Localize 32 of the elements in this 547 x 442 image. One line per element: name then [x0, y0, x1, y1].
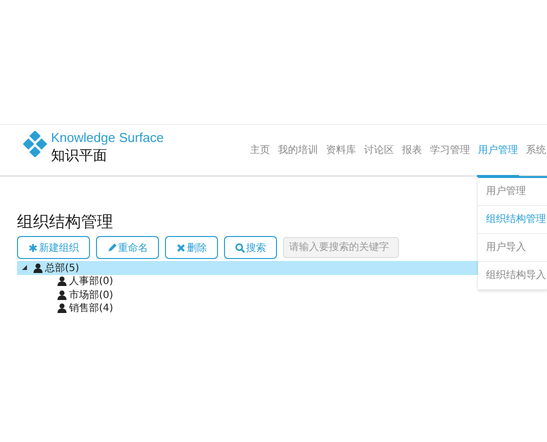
person-icon [57, 303, 67, 314]
edit-button[interactable]: 重命名 [96, 236, 159, 259]
logo-title: Knowledge Surface [51, 130, 164, 146]
logo-subtitle: 知识平面 [51, 147, 108, 166]
nav-tab[interactable]: 报表 [401, 143, 423, 177]
person-icon [57, 276, 67, 286]
nav-tab[interactable]: 学习管理 [429, 143, 471, 177]
pencil-icon [107, 242, 117, 252]
nav-tab[interactable]: 讨论区 [363, 143, 395, 177]
nav-tab[interactable]: 系统 [525, 143, 547, 177]
asterisk-icon [28, 242, 38, 252]
expanded-triangle-icon[interactable] [22, 265, 26, 270]
tree-node[interactable]: 市场部(0) [69, 288, 114, 302]
menu-item[interactable]: 用户导入 [478, 234, 547, 262]
search-button[interactable]: 搜索 [224, 236, 277, 259]
person-icon [57, 290, 67, 300]
search-icon [235, 242, 245, 252]
cross-icon [176, 242, 186, 252]
tree-node[interactable]: 总部(5) [45, 260, 80, 275]
menu-item[interactable]: 用户管理 [478, 178, 547, 206]
page-title: 组织结构管理 [17, 211, 113, 233]
tree-node[interactable]: 销售部(4) [69, 301, 114, 316]
nav-tab[interactable]: 主页 [249, 143, 271, 177]
nav-tab[interactable]: 我的培训 [277, 143, 319, 177]
search-field[interactable]: 请输入要搜索的关键字 [283, 237, 399, 258]
nav-tab[interactable]: 资料库 [325, 143, 357, 177]
person-icon [33, 262, 43, 273]
diamond-logo-icon [22, 131, 48, 157]
menu-item[interactable]: 组织结构管理 [478, 206, 547, 234]
add-button[interactable]: 新建组织 [17, 236, 90, 259]
tree-node[interactable]: 人事部(0) [69, 274, 114, 288]
delete-button[interactable]: 删除 [165, 236, 218, 259]
